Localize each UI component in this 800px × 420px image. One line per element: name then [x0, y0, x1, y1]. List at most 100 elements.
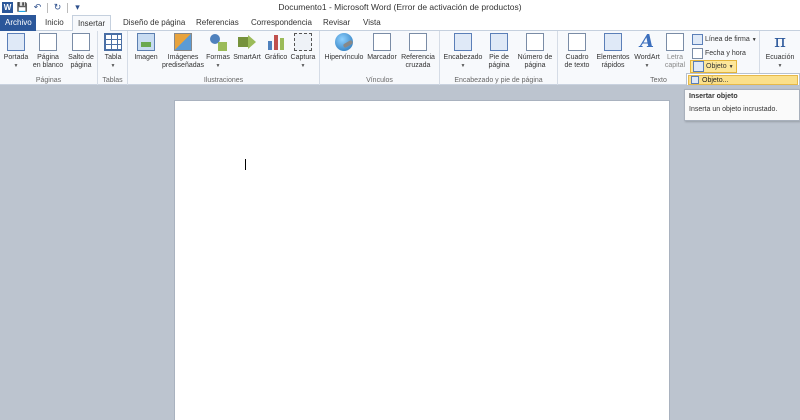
group-ilustraciones: Imagen Imágenes prediseñadas Formas ▼ Sm…	[128, 31, 320, 85]
group-label-ilustraciones: Ilustraciones	[203, 77, 244, 84]
objeto-label: Objeto	[706, 63, 727, 70]
en-blanco-label: en blanco	[32, 62, 64, 69]
portada-button[interactable]: Portada ▼	[2, 33, 30, 70]
chevron-down-icon: ▼	[644, 63, 650, 69]
pagina-label-2: página	[70, 62, 92, 69]
group-label-tablas: Tablas	[102, 77, 123, 84]
fecha-y-hora-label: Fecha y hora	[705, 50, 746, 57]
date-time-icon	[692, 48, 703, 59]
smartart-button[interactable]: SmartArt	[231, 33, 263, 62]
wordart-label: WordArt	[634, 54, 660, 61]
referencia-cruzada-button[interactable]: Referencia cruzada	[399, 33, 437, 70]
pagina-en-blanco-button[interactable]: Página en blanco	[32, 33, 64, 70]
tabla-label: Tabla	[104, 54, 122, 61]
picture-icon	[137, 33, 155, 51]
pagina-label: Página	[37, 54, 59, 61]
cuadro-de-texto-button[interactable]: Cuadro de texto	[560, 33, 594, 70]
title-bar: W 💾 ↶ ↻ ▾ Documento1 - Microsoft Word (E…	[0, 0, 800, 15]
ribbon-tabs: Archivo Inicio Insertar Diseño de página…	[0, 15, 800, 32]
numero-de-pagina-button[interactable]: Número de página	[514, 33, 556, 70]
tab-diseno-pagina[interactable]: Diseño de página	[118, 15, 190, 31]
window-title: Documento1 - Microsoft Word (Error de ac…	[278, 2, 522, 12]
pie-pagina-label: página	[488, 62, 510, 69]
formas-label: Formas	[206, 54, 230, 61]
blank-page-icon	[39, 33, 57, 51]
elementos-rapidos-button[interactable]: Elementos rápidos	[594, 33, 632, 70]
group-label-paginas: Páginas	[35, 77, 62, 84]
numero-label: Número de	[517, 54, 553, 61]
object-icon	[691, 76, 699, 84]
fecha-y-hora-button[interactable]: Fecha y hora	[692, 47, 746, 60]
text-cursor	[245, 159, 246, 170]
letra-label: Letra	[667, 54, 683, 61]
referencia-label: Referencia	[401, 54, 435, 61]
menu-item-objeto-label: Objeto...	[702, 76, 729, 84]
wordart-button[interactable]: A WordArt ▼	[632, 33, 662, 70]
tab-insertar[interactable]: Insertar	[72, 15, 112, 32]
drop-cap-icon	[666, 33, 684, 51]
chart-icon-bar	[268, 41, 272, 50]
group-paginas: Portada ▼ Página en blanco Salto de pági…	[0, 31, 98, 85]
numero-pagina-label: página	[524, 62, 546, 69]
chevron-down-icon: ▼	[215, 63, 221, 69]
smartart-icon	[238, 33, 256, 51]
document-page[interactable]	[174, 100, 670, 420]
chart-icon-bar	[274, 35, 278, 50]
imagen-button[interactable]: Imagen	[131, 33, 161, 62]
tabla-button[interactable]: Tabla ▼	[101, 33, 125, 70]
cuadro-label: Cuadro	[565, 54, 589, 61]
captura-button[interactable]: Captura ▼	[289, 33, 317, 70]
cover-page-icon	[7, 33, 25, 51]
objeto-dropdown-menu: Objeto...	[686, 73, 800, 86]
smartart-label: SmartArt	[233, 54, 261, 61]
marcador-button[interactable]: Marcador	[366, 33, 398, 62]
encabezado-button[interactable]: Encabezado ▼	[442, 33, 484, 70]
salto-de-pagina-button[interactable]: Salto de página	[66, 33, 96, 70]
predisenadas-label: prediseñadas	[161, 62, 205, 69]
imagenes-predisenadas-button[interactable]: Imágenes prediseñadas	[161, 33, 205, 70]
table-icon	[104, 33, 122, 51]
pi-equation-icon: π	[774, 31, 786, 52]
cruzada-label: cruzada	[405, 62, 431, 69]
insert-object-tooltip: Insertar objeto Inserta un objeto incrus…	[684, 89, 800, 121]
chevron-down-icon: ▼	[300, 63, 306, 69]
tab-correspondencia[interactable]: Correspondencia	[246, 15, 317, 31]
tab-file[interactable]: Archivo	[0, 15, 36, 31]
screenshot-icon	[294, 33, 312, 51]
hipervinculo-button[interactable]: Hipervínculo	[322, 33, 366, 62]
hyperlink-globe-icon	[335, 33, 353, 51]
captura-label: Captura	[290, 54, 316, 61]
object-icon	[693, 61, 704, 72]
ecuacion-label: Ecuación	[765, 54, 795, 61]
cross-reference-icon	[409, 33, 427, 51]
header-icon	[454, 33, 472, 51]
tab-inicio[interactable]: Inicio	[40, 15, 69, 31]
formas-button[interactable]: Formas ▼	[205, 33, 231, 70]
chevron-down-icon: ▼	[13, 63, 19, 69]
tab-referencias[interactable]: Referencias	[191, 15, 244, 31]
text-box-icon	[568, 33, 586, 51]
de-texto-label: de texto	[564, 62, 590, 69]
menu-item-objeto[interactable]: Objeto...	[688, 75, 798, 85]
grafico-button[interactable]: Gráfico	[263, 33, 289, 62]
linea-de-firma-button[interactable]: Línea de firma ▼	[692, 33, 757, 46]
tab-revisar[interactable]: Revisar	[318, 15, 355, 31]
chevron-down-icon[interactable]: ▼	[729, 64, 734, 70]
pie-de-pagina-button[interactable]: Pie de página	[484, 33, 514, 70]
objeto-button[interactable]: Objeto ▼	[690, 60, 737, 73]
elementos-label: Elementos	[596, 54, 630, 61]
capital-label: capital	[664, 62, 686, 69]
ecuacion-button[interactable]: π Ecuación ▼	[763, 33, 797, 70]
portada-label: Portada	[3, 54, 29, 61]
imagen-label: Imagen	[134, 54, 158, 61]
page-break-icon	[72, 33, 90, 51]
rapidos-label: rápidos	[601, 62, 625, 69]
tooltip-title: Insertar objeto	[689, 93, 738, 100]
imagenes-label: Imágenes	[167, 54, 199, 61]
tab-vista[interactable]: Vista	[358, 15, 386, 31]
grafico-label: Gráfico	[264, 54, 288, 61]
letra-capital-button[interactable]: Letra capital	[662, 33, 688, 70]
chart-icon	[267, 33, 285, 51]
chevron-down-icon: ▼	[751, 36, 757, 43]
group-label-vinculos: Vínculos	[366, 77, 393, 84]
